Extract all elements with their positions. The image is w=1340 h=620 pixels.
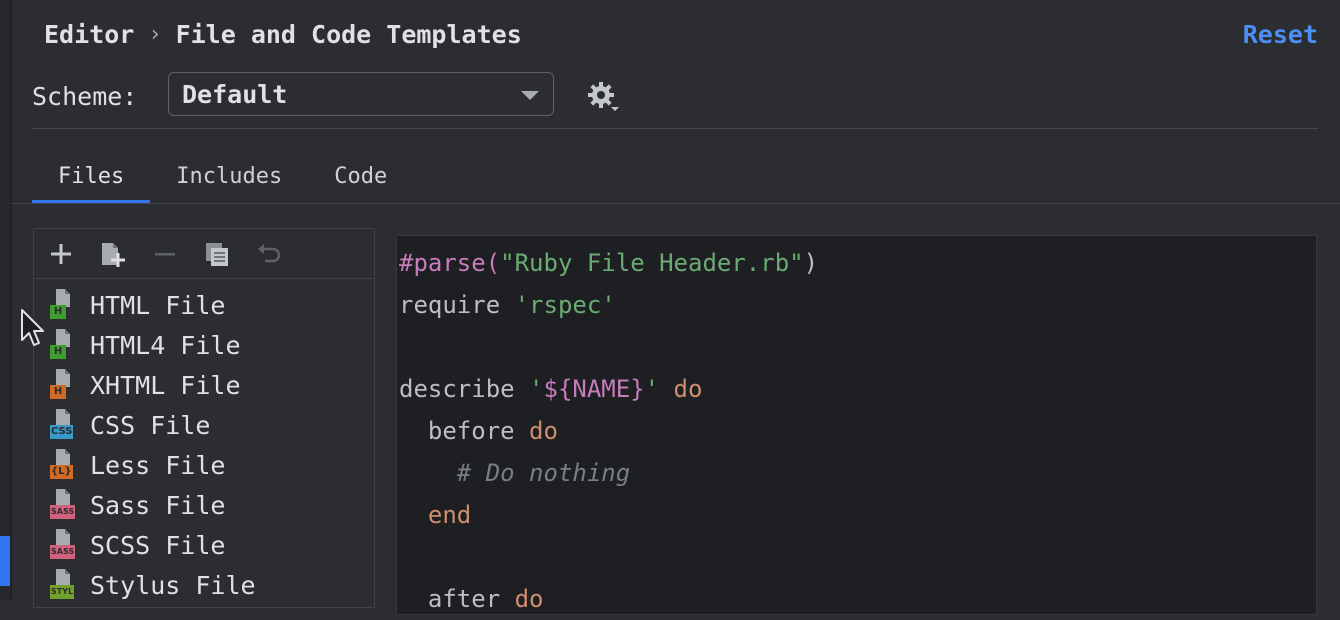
- sass-file-icon: SASS: [50, 489, 80, 521]
- templates-list: H HTML File H HTML4 File H XHTML File CS…: [34, 279, 374, 605]
- selected-category-indicator: [0, 536, 10, 586]
- list-item-less-file[interactable]: {L} Less File: [34, 445, 374, 485]
- tab-files[interactable]: Files: [32, 156, 151, 204]
- code-punct: ): [803, 249, 819, 277]
- mouse-pointer-icon: [20, 308, 46, 348]
- list-item-stylus-file[interactable]: STYL Stylus File: [34, 565, 374, 605]
- scheme-label: Scheme:: [32, 81, 138, 111]
- template-code-editor[interactable]: #parse("Ruby File Header.rb") require 'r…: [396, 235, 1317, 615]
- code-keyword: require: [399, 291, 515, 319]
- code-keyword: do: [529, 417, 558, 445]
- add-icon[interactable]: [46, 239, 76, 269]
- list-item-scss-file[interactable]: SASS SCSS File: [34, 525, 374, 565]
- list-item-label: HTML File: [90, 290, 226, 320]
- code-keyword: end: [399, 501, 472, 529]
- html4-file-icon: H: [50, 329, 80, 361]
- reset-link[interactable]: Reset: [1243, 16, 1318, 52]
- breadcrumb: Editor › File and Code Templates: [44, 16, 522, 52]
- code-keyword: do: [659, 375, 703, 403]
- code-keyword: do: [514, 585, 544, 613]
- list-item-label: Less File: [90, 450, 226, 480]
- list-item-label: CSS File: [90, 410, 211, 440]
- scss-file-icon: SASS: [50, 529, 80, 561]
- code-line: #parse("Ruby File Header.rb"): [399, 242, 1316, 284]
- list-item-xhtml-file[interactable]: H XHTML File: [34, 365, 374, 405]
- list-item-html-file[interactable]: H HTML File: [34, 285, 374, 325]
- code-string: ': [529, 375, 544, 403]
- list-item-html4-file[interactable]: H HTML4 File: [34, 325, 374, 365]
- list-item-label: Stylus File: [90, 570, 256, 600]
- css-file-icon: CSS: [50, 409, 80, 441]
- list-item-label: XHTML File: [90, 370, 241, 400]
- scheme-dropdown[interactable]: Default: [168, 72, 554, 116]
- code-line: require 'rspec': [399, 284, 1316, 326]
- list-item-label: SCSS File: [90, 530, 226, 560]
- copy-icon[interactable]: [202, 239, 232, 269]
- left-sidebar-strip: [0, 0, 12, 600]
- code-line: before do: [399, 410, 1316, 452]
- code-line: after do: [399, 578, 1316, 620]
- list-item-label: HTML4 File: [90, 330, 241, 360]
- template-tabs: Files Includes Code: [32, 156, 413, 204]
- code-directive: #parse(: [399, 249, 501, 277]
- code-keyword: before: [399, 417, 530, 445]
- templates-list-panel: H HTML File H HTML4 File H XHTML File CS…: [33, 228, 375, 608]
- list-item-label: Sass File: [90, 490, 226, 520]
- code-string: 'rspec': [514, 291, 616, 319]
- list-item-sass-file[interactable]: SASS Sass File: [34, 485, 374, 525]
- chevron-down-icon: [521, 91, 539, 100]
- code-keyword: after: [399, 585, 515, 613]
- stylus-file-icon: STYL: [50, 569, 80, 601]
- code-line: end: [399, 494, 1316, 536]
- less-file-icon: {L}: [50, 449, 80, 481]
- list-item-css-file[interactable]: CSS CSS File: [34, 405, 374, 445]
- code-line: # Do nothing: [399, 452, 1316, 494]
- code-comment: # Do nothing: [399, 459, 631, 487]
- code-line: describe ' ${NAME} ' do: [399, 368, 1316, 410]
- code-string: ': [644, 375, 660, 403]
- tabs-divider: [11, 203, 1340, 204]
- breadcrumb-parent: Editor: [44, 19, 135, 49]
- code-string: "Ruby File Header.rb": [500, 249, 804, 277]
- tab-includes[interactable]: Includes: [150, 156, 308, 204]
- add-child-icon[interactable]: [98, 239, 128, 269]
- code-keyword: describe: [399, 375, 530, 403]
- undo-icon[interactable]: [254, 239, 284, 269]
- gear-icon[interactable]: [586, 80, 622, 116]
- list-toolbar: [34, 229, 374, 279]
- header-divider: [32, 128, 1318, 129]
- xhtml-file-icon: H: [50, 369, 80, 401]
- remove-icon[interactable]: [150, 239, 180, 269]
- html-file-icon: H: [50, 289, 80, 321]
- breadcrumb-separator: ›: [148, 21, 162, 47]
- code-variable: ${NAME}: [543, 375, 645, 403]
- scheme-value: Default: [182, 79, 288, 109]
- breadcrumb-current: File and Code Templates: [175, 19, 522, 49]
- tab-code[interactable]: Code: [308, 156, 413, 204]
